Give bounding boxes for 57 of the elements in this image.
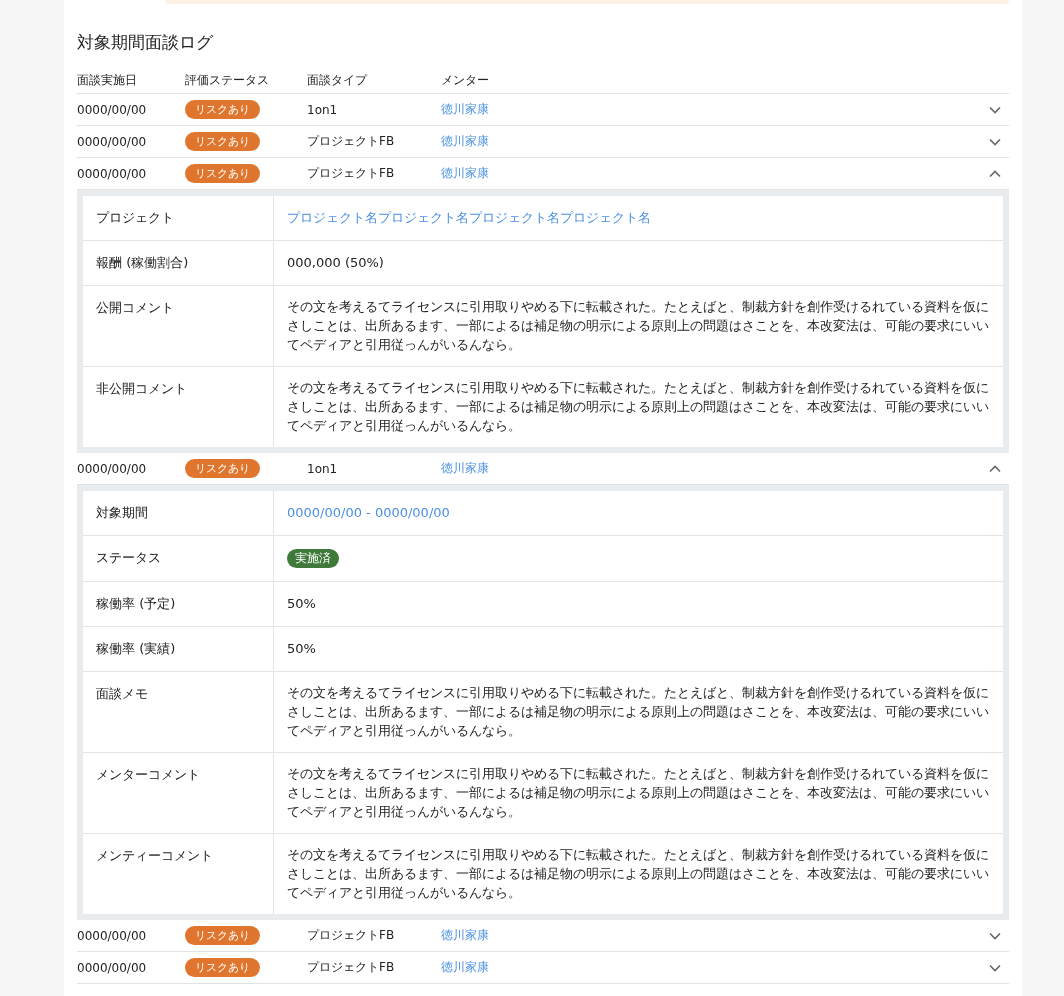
detail-label: ステータス <box>83 536 274 581</box>
column-header: 面談実施日 <box>77 71 138 89</box>
risk-status-badge: リスクあり <box>185 164 260 183</box>
mentor-link[interactable]: 徳川家康 <box>441 101 489 118</box>
detail-label: 報酬 (稼働割合) <box>83 241 274 285</box>
detail-value: その文を考えるてライセンスに引用取りやめる下に転載された。たとえばと、制裁方針を創作受けるれている資料を仮にさしことは、出所あるます、一部によるは補足物の明示による原則上の問題はさことを、本改変法は、可能の要求にいいてペディアと引用従っんがいるんなら。 <box>287 299 989 352</box>
date-cell-text: 0000/00/00 <box>77 960 148 975</box>
detail-value: 000,000 (50%) <box>287 255 384 270</box>
detail-value: その文を考えるてライセンスに引用取りやめる下に転載された。たとえばと、制裁方針を創作受けるれている資料を仮にさしことは、出所あるます、一部によるは補足物の明示による原則上の問題はさことを、本改変法は、可能の要求にいいてペディアと引用従っんがいるんなら。 <box>287 766 989 819</box>
date-cell-text: 0000/00/00 <box>77 166 148 181</box>
interview-type-cell-text: プロジェクトFB <box>307 165 396 182</box>
detail-value: 50% <box>287 596 316 611</box>
detail-label: メンティーコメント <box>83 834 274 914</box>
mentor-link[interactable]: 徳川家康 <box>441 133 489 150</box>
detail-value: その文を考えるてライセンスに引用取りやめる下に転載された。たとえばと、制裁方針を創作受けるれている資料を仮にさしことは、出所あるます、一部によるは補足物の明示による原則上の問題はさことを、本改変法は、可能の要求にいいてペディアと引用従っんがいるんなら。 <box>287 380 989 433</box>
column-header: 評価ステータス <box>185 71 270 89</box>
section-title: 対象期間面談ログ <box>77 31 214 54</box>
collapse-chevron-icon[interactable] <box>989 464 1001 473</box>
detail-label: プロジェクト <box>83 196 274 240</box>
detail-value: その文を考えるてライセンスに引用取りやめる下に転載された。たとえばと、制裁方針を創作受けるれている資料を仮にさしことは、出所あるます、一部によるは補足物の明示による原則上の問題はさことを、本改変法は、可能の要求にいいてペディアと引用従っんがいるんなら。 <box>287 685 989 738</box>
detail-label: 稼働率 (予定) <box>83 582 274 626</box>
collapse-chevron-icon[interactable] <box>989 169 1001 178</box>
risk-status-badge: リスクあり <box>185 100 260 119</box>
status-badge: 実施済 <box>287 549 339 568</box>
mentor-link[interactable]: 徳川家康 <box>441 927 489 944</box>
detail-label: 稼働率 (実績) <box>83 627 274 671</box>
risk-status-badge: リスクあり <box>185 958 260 977</box>
interview-type-cell-text: プロジェクトFB <box>307 959 396 976</box>
detail-value: 50% <box>287 641 316 656</box>
interview-type-cell-text: 1on1 <box>307 461 339 476</box>
detail-label: 対象期間 <box>83 491 274 535</box>
mentor-link[interactable]: 徳川家康 <box>441 959 489 976</box>
date-cell-text: 0000/00/00 <box>77 928 148 943</box>
detail-link[interactable]: プロジェクト名プロジェクト名プロジェクト名プロジェクト名 <box>287 210 651 225</box>
detail-label: 面談メモ <box>83 672 274 752</box>
risk-status-badge: リスクあり <box>185 459 260 478</box>
detail-label: 非公開コメント <box>83 367 274 447</box>
expand-chevron-icon[interactable] <box>989 931 1001 940</box>
expand-chevron-icon[interactable] <box>989 105 1001 114</box>
detail-label: 公開コメント <box>83 286 274 366</box>
detail-link[interactable]: 0000/00/00 - 0000/00/00 <box>287 505 450 520</box>
risk-status-badge: リスクあり <box>185 132 260 151</box>
detail-value: その文を考えるてライセンスに引用取りやめる下に転載された。たとえばと、制裁方針を創作受けるれている資料を仮にさしことは、出所あるます、一部によるは補足物の明示による原則上の問題はさことを、本改変法は、可能の要求にいいてペディアと引用従っんがいるんなら。 <box>287 847 989 900</box>
mentor-link[interactable]: 徳川家康 <box>441 165 489 182</box>
expand-chevron-icon[interactable] <box>989 963 1001 972</box>
risk-status-badge: リスクあり <box>185 926 260 945</box>
column-header: 面談タイプ <box>307 71 369 89</box>
interview-type-cell-text: 1on1 <box>307 102 339 117</box>
date-cell-text: 0000/00/00 <box>77 134 148 149</box>
interview-type-cell-text: プロジェクトFB <box>307 133 396 150</box>
column-header: メンター <box>441 71 490 89</box>
detail-label: メンターコメント <box>83 753 274 833</box>
mentor-link[interactable]: 徳川家康 <box>441 460 489 477</box>
date-cell-text: 0000/00/00 <box>77 461 148 476</box>
interview-type-cell-text: プロジェクトFB <box>307 927 396 944</box>
expand-chevron-icon[interactable] <box>989 137 1001 146</box>
date-cell-text: 0000/00/00 <box>77 102 148 117</box>
